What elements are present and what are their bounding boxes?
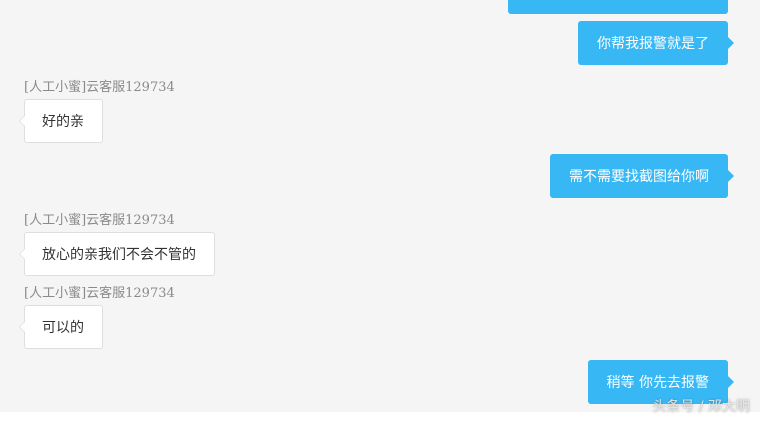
chat-bottom-edge xyxy=(0,412,760,422)
sender-name: [人工小蜜]云客服129734 xyxy=(24,286,175,301)
sender-name: [人工小蜜]云客服129734 xyxy=(24,80,175,95)
message-bubble-outgoing: 你帮我报警就是了 xyxy=(578,21,734,65)
message-text: 放心的亲我们不会不管的 xyxy=(42,247,196,263)
message-text: 好的亲 xyxy=(42,114,84,130)
message-bubble-outgoing: 需不需要找截图给你啊 xyxy=(550,154,734,198)
message-text: 需不需要找截图给你啊 xyxy=(569,169,709,185)
message-text: 稍等 你先去报警 xyxy=(606,375,709,391)
message-text: 你帮我报警就是了 xyxy=(597,36,709,52)
chat-message-list[interactable]: 你帮我报警就是了 [人工小蜜]云客服129734 好的亲 需不需要找截图给你啊 … xyxy=(0,0,760,412)
message-bubble-incoming: 放心的亲我们不会不管的 xyxy=(19,232,215,276)
message-bubble-incoming: 好的亲 xyxy=(19,99,103,143)
watermark-text: 头条号 / 邓大明 xyxy=(652,399,750,415)
message-bubble-incoming: 可以的 xyxy=(19,305,103,349)
message-text: 可以的 xyxy=(42,320,84,336)
message-bubble-outgoing-cut-off xyxy=(508,0,728,14)
sender-name: [人工小蜜]云客服129734 xyxy=(24,213,175,228)
